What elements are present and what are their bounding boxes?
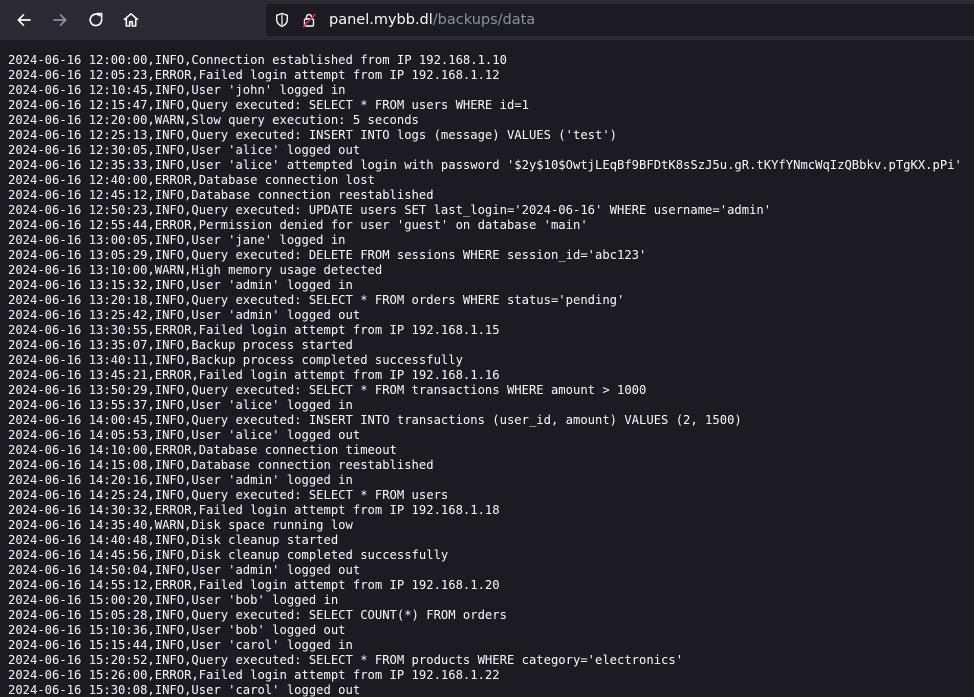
log-line: 2024-06-16 14:40:48,INFO,Disk cleanup st…: [8, 533, 339, 547]
log-line: 2024-06-16 14:15:08,INFO,Database connec…: [8, 458, 434, 472]
log-line: 2024-06-16 12:00:00,INFO,Connection esta…: [8, 53, 507, 67]
log-line: 2024-06-16 13:55:37,INFO,User 'alice' lo…: [8, 398, 353, 412]
back-button[interactable]: [10, 6, 38, 34]
log-line: 2024-06-16 13:05:29,INFO,Query executed:…: [8, 248, 647, 262]
log-line: 2024-06-16 13:30:55,ERROR,Failed login a…: [8, 323, 500, 337]
reload-button[interactable]: [82, 6, 110, 34]
log-line: 2024-06-16 14:20:16,INFO,User 'admin' lo…: [8, 473, 353, 487]
log-line: 2024-06-16 12:10:45,INFO,User 'john' log…: [8, 83, 346, 97]
log-line: 2024-06-16 12:25:13,INFO,Query executed:…: [8, 128, 618, 142]
log-line: 2024-06-16 15:20:52,INFO,Query executed:…: [8, 653, 684, 667]
log-line: 2024-06-16 14:50:04,INFO,User 'admin' lo…: [8, 563, 361, 577]
url-text[interactable]: panel.mybb.dl/backups/data: [329, 11, 535, 29]
log-line: 2024-06-16 12:35:33,INFO,User 'alice' at…: [8, 158, 962, 172]
log-line: 2024-06-16 15:30:08,INFO,User 'carol' lo…: [8, 683, 361, 697]
home-button[interactable]: [117, 6, 145, 34]
arrow-left-icon: [17, 13, 31, 27]
site-security-button[interactable]: [300, 11, 318, 29]
log-line: 2024-06-16 13:20:18,INFO,Query executed:…: [8, 293, 625, 307]
reload-icon: [89, 12, 103, 27]
insecure-lock-icon: [302, 13, 316, 28]
log-line: 2024-06-16 14:00:45,INFO,Query executed:…: [8, 413, 742, 427]
log-line: 2024-06-16 12:05:23,ERROR,Failed login a…: [8, 68, 500, 82]
log-line: 2024-06-16 14:45:56,INFO,Disk cleanup co…: [8, 548, 449, 562]
log-line: 2024-06-16 15:10:36,INFO,User 'bob' logg…: [8, 623, 346, 637]
log-line: 2024-06-16 12:40:00,ERROR,Database conne…: [8, 173, 375, 187]
url-path: /backups/data: [432, 12, 536, 28]
log-line: 2024-06-16 12:30:05,INFO,User 'alice' lo…: [8, 143, 361, 157]
forward-button[interactable]: [46, 6, 74, 34]
log-line: 2024-06-16 12:50:23,INFO,Query executed:…: [8, 203, 772, 217]
log-line: 2024-06-16 12:45:12,INFO,Database connec…: [8, 188, 434, 202]
log-line: 2024-06-16 15:15:44,INFO,User 'carol' lo…: [8, 638, 353, 652]
browser-toolbar: panel.mybb.dl/backups/data: [0, 0, 974, 40]
log-line: 2024-06-16 14:25:24,INFO,Query executed:…: [8, 488, 449, 502]
address-bar[interactable]: panel.mybb.dl/backups/data: [266, 4, 974, 36]
log-line: 2024-06-16 13:45:21,ERROR,Failed login a…: [8, 368, 500, 382]
log-line: 2024-06-16 13:10:00,WARN,High memory usa…: [8, 263, 383, 277]
log-line: 2024-06-16 13:15:32,INFO,User 'admin' lo…: [8, 278, 353, 292]
page-content: 2024-06-16 12:00:00,INFO,Connection esta…: [0, 40, 974, 697]
log-line: 2024-06-16 14:05:53,INFO,User 'alice' lo…: [8, 428, 361, 442]
log-line: 2024-06-16 14:55:12,ERROR,Failed login a…: [8, 578, 500, 592]
log-line: 2024-06-16 13:40:11,INFO,Backup process …: [8, 353, 463, 367]
log-line: 2024-06-16 12:20:00,WARN,Slow query exec…: [8, 113, 419, 127]
log-line: 2024-06-16 13:50:29,INFO,Query executed:…: [8, 383, 647, 397]
home-icon: [123, 13, 139, 27]
log-line: 2024-06-16 12:15:47,INFO,Query executed:…: [8, 98, 529, 112]
log-line: 2024-06-16 13:35:07,INFO,Backup process …: [8, 338, 353, 352]
log-line: 2024-06-16 12:55:44,ERROR,Permission den…: [8, 218, 588, 232]
log-line: 2024-06-16 14:10:00,ERROR,Database conne…: [8, 443, 397, 457]
url-domain: panel.mybb.dl: [329, 12, 433, 28]
log-line: 2024-06-16 15:00:20,INFO,User 'bob' logg…: [8, 593, 339, 607]
log-line: 2024-06-16 13:00:05,INFO,User 'jane' log…: [8, 233, 346, 247]
log-line: 2024-06-16 15:26:00,ERROR,Failed login a…: [8, 668, 500, 682]
log-line: 2024-06-16 14:35:40,WARN,Disk space runn…: [8, 518, 353, 532]
arrow-right-icon: [53, 13, 67, 27]
log-output: 2024-06-16 12:00:00,INFO,Connection esta…: [8, 53, 974, 697]
log-line: 2024-06-16 14:30:32,ERROR,Failed login a…: [8, 503, 500, 517]
tracking-protection-button[interactable]: [273, 11, 291, 29]
shield-icon: [276, 12, 288, 28]
log-line: 2024-06-16 15:05:28,INFO,Query executed:…: [8, 608, 507, 622]
log-line: 2024-06-16 13:25:42,INFO,User 'admin' lo…: [8, 308, 361, 322]
